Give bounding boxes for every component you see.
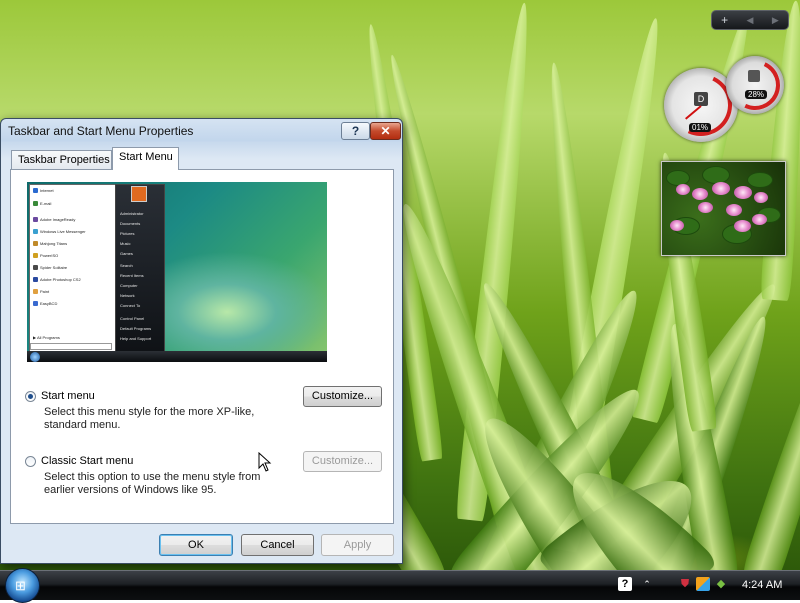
memory-meter-gadget[interactable]: 28% <box>722 52 788 118</box>
classic-start-menu-option-label[interactable]: Classic Start menu <box>41 455 133 467</box>
apply-button[interactable]: Apply <box>321 534 394 556</box>
memory-icon <box>748 70 760 82</box>
preview-item: PowerISO <box>33 253 59 259</box>
start-menu-option-description: Select this menu style for the more XP-l… <box>44 406 255 431</box>
preview-right-item: Administrator <box>120 211 144 216</box>
preview-right-item: Documents <box>120 221 141 226</box>
preview-right-item: Connect To <box>120 303 141 308</box>
preview-item-label: PowerISO <box>40 253 59 258</box>
customize-classic-start-menu-button[interactable]: Customize... <box>303 451 382 472</box>
ok-button[interactable]: OK <box>159 534 233 556</box>
preview-right-item: Pictures <box>120 231 135 236</box>
preview-item-label: Internet <box>40 188 54 193</box>
preview-right-item: Default Programs <box>120 326 152 331</box>
mahjong-icon <box>33 241 38 247</box>
start-menu-option-label[interactable]: Start menu <box>41 390 95 402</box>
preview-item: Spider Solitaire <box>33 265 68 271</box>
preview-item: Paint <box>33 289 50 295</box>
classic-start-menu-radio[interactable] <box>25 456 36 467</box>
preview-item: Mahjong Titans <box>33 241 68 247</box>
taskbar-clock[interactable]: 4:24 AM <box>742 579 782 591</box>
preview-item-label: Adobe ImageReady <box>40 217 76 222</box>
help-button[interactable]: ? <box>341 122 370 140</box>
taskbar: ⊞ ? ⌃ ⛊ ◆ 4:24 AM <box>0 568 800 603</box>
preview-item-label: E-mail <box>40 201 52 206</box>
help-icon[interactable]: ? <box>618 577 632 591</box>
preview-right-item: Search <box>120 263 133 268</box>
preview-all-programs: ▶ All Programs <box>33 335 60 340</box>
preview-start-orb-icon <box>30 352 40 362</box>
preview-item: E-mail <box>33 201 52 207</box>
start-menu-tab-panel: Internet E-mail Adobe ImageReady Windows… <box>10 169 394 524</box>
preview-item-label: Paint <box>40 289 50 294</box>
paint-icon <box>33 289 38 295</box>
preview-right-item: Recent Items <box>120 273 144 278</box>
dialog-title: Taskbar and Start Menu Properties <box>8 124 194 138</box>
preview-user-picture <box>131 186 147 202</box>
preview-right-item: Computer <box>120 283 138 288</box>
sidebar-previous-button[interactable]: ◀ <box>737 11 762 29</box>
show-hidden-icons-icon[interactable]: ⌃ <box>640 577 654 591</box>
sidebar-next-button[interactable]: ▶ <box>763 11 788 29</box>
close-button[interactable]: ✕ <box>370 122 401 140</box>
messenger-icon <box>33 229 38 235</box>
classic-start-menu-option-description: Select this option to use the menu style… <box>44 471 261 496</box>
preview-item-label: EasyBCD <box>40 301 58 306</box>
preview-all-programs-label: All Programs <box>36 335 60 340</box>
dialog-titlebar[interactable]: Taskbar and Start Menu Properties ? ✕ <box>1 119 402 143</box>
preview-item: Adobe ImageReady <box>33 217 76 223</box>
preview-search-box <box>30 343 112 350</box>
email-icon <box>33 201 38 207</box>
security-icon[interactable]: ⛊ <box>678 577 692 591</box>
preview-item-label: Mahjong Titans <box>40 241 68 246</box>
preview-item-label: Adobe Photoshop CS2 <box>40 277 81 282</box>
start-button[interactable]: ⊞ <box>5 568 40 603</box>
windows-flag-icon: ⊞ <box>15 578 26 593</box>
spider-solitaire-icon <box>33 265 38 271</box>
internet-icon <box>33 188 38 194</box>
sidebar-controls: + ◀ ▶ <box>711 10 789 30</box>
start-menu-radio[interactable] <box>25 391 36 402</box>
preview-right-item: Help and Support <box>120 336 152 341</box>
preview-item: Windows Live Messenger <box>33 229 86 235</box>
preview-item-label: Spider Solitaire <box>40 265 68 270</box>
cancel-button[interactable]: Cancel <box>241 534 314 556</box>
taskbar-start-menu-properties-dialog: Taskbar and Start Menu Properties ? ✕ Ta… <box>0 118 403 564</box>
windows-update-icon[interactable]: ◆ <box>714 577 728 591</box>
notification-area: ? ⌃ ⛊ ◆ 4:24 AM <box>612 571 800 600</box>
easybcd-icon <box>33 301 38 307</box>
sidebar-add-gadget-button[interactable]: + <box>712 11 737 29</box>
preview-right-item: Games <box>120 251 133 256</box>
cpu-icon: D <box>694 92 708 106</box>
mouse-pointer-icon <box>258 452 272 472</box>
preview-item-label: Windows Live Messenger <box>40 229 86 234</box>
preview-right-item: Control Panel <box>120 316 145 321</box>
cpu-readout: 01% <box>689 123 712 132</box>
photoshop-icon <box>33 277 38 283</box>
preview-item: EasyBCD <box>33 301 58 307</box>
preview-menu-left-pane: Internet E-mail Adobe ImageReady Windows… <box>29 184 116 352</box>
memory-readout: 28% <box>745 90 768 99</box>
slideshow-gadget[interactable] <box>661 161 786 256</box>
customize-start-menu-button[interactable]: Customize... <box>303 386 382 407</box>
preview-right-item: Network <box>120 293 135 298</box>
preview-item: Internet <box>33 188 54 194</box>
tab-taskbar-properties[interactable]: Taskbar Properties <box>11 150 112 169</box>
poweriso-icon <box>33 253 38 259</box>
preview-taskbar <box>27 351 327 362</box>
network-icon[interactable] <box>696 577 710 591</box>
start-menu-preview-image: Internet E-mail Adobe ImageReady Windows… <box>27 182 327 362</box>
imageready-icon <box>33 217 38 223</box>
preview-item: Adobe Photoshop CS2 <box>33 277 81 283</box>
preview-right-item: Music <box>120 241 131 246</box>
tab-start-menu[interactable]: Start Menu <box>112 147 179 170</box>
preview-menu-right-pane: Administrator Documents Pictures Music G… <box>115 184 165 352</box>
